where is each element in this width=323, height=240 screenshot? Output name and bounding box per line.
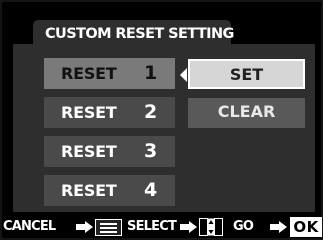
right-arrow-icon bbox=[270, 221, 287, 233]
reset-item-2[interactable]: RESET 2 bbox=[44, 97, 175, 128]
footer-bar: CANCEL SELECT GO OK bbox=[3, 216, 322, 238]
reset-item-4[interactable]: RESET 4 bbox=[44, 175, 175, 206]
reset-item-number: 3 bbox=[144, 140, 158, 162]
reset-item-label: RESET bbox=[61, 181, 117, 200]
left-chevron-icon bbox=[180, 68, 187, 82]
footer-cancel-label: CANCEL bbox=[3, 219, 56, 234]
reset-item-label: RESET bbox=[61, 103, 117, 122]
ok-button[interactable]: OK bbox=[290, 217, 322, 237]
reset-item-number: 4 bbox=[144, 179, 158, 201]
reset-item-number: 2 bbox=[144, 101, 158, 123]
footer-select-label: SELECT bbox=[127, 219, 177, 234]
reset-item-3[interactable]: RESET 3 bbox=[44, 136, 175, 167]
right-arrow-icon bbox=[180, 221, 197, 233]
footer-go-label: GO bbox=[233, 219, 254, 234]
menu-icon bbox=[95, 219, 122, 236]
dpad-up-down-icon bbox=[199, 218, 223, 236]
reset-item-1[interactable]: RESET 1 bbox=[44, 58, 175, 89]
right-arrow-icon bbox=[76, 221, 93, 233]
set-option[interactable]: SET bbox=[188, 59, 305, 89]
page-title: CUSTOM RESET SETTING bbox=[45, 26, 234, 42]
reset-item-label: RESET bbox=[61, 64, 117, 83]
reset-item-number: 1 bbox=[144, 62, 158, 84]
reset-item-label: RESET bbox=[61, 142, 117, 161]
clear-option[interactable]: CLEAR bbox=[188, 98, 305, 128]
